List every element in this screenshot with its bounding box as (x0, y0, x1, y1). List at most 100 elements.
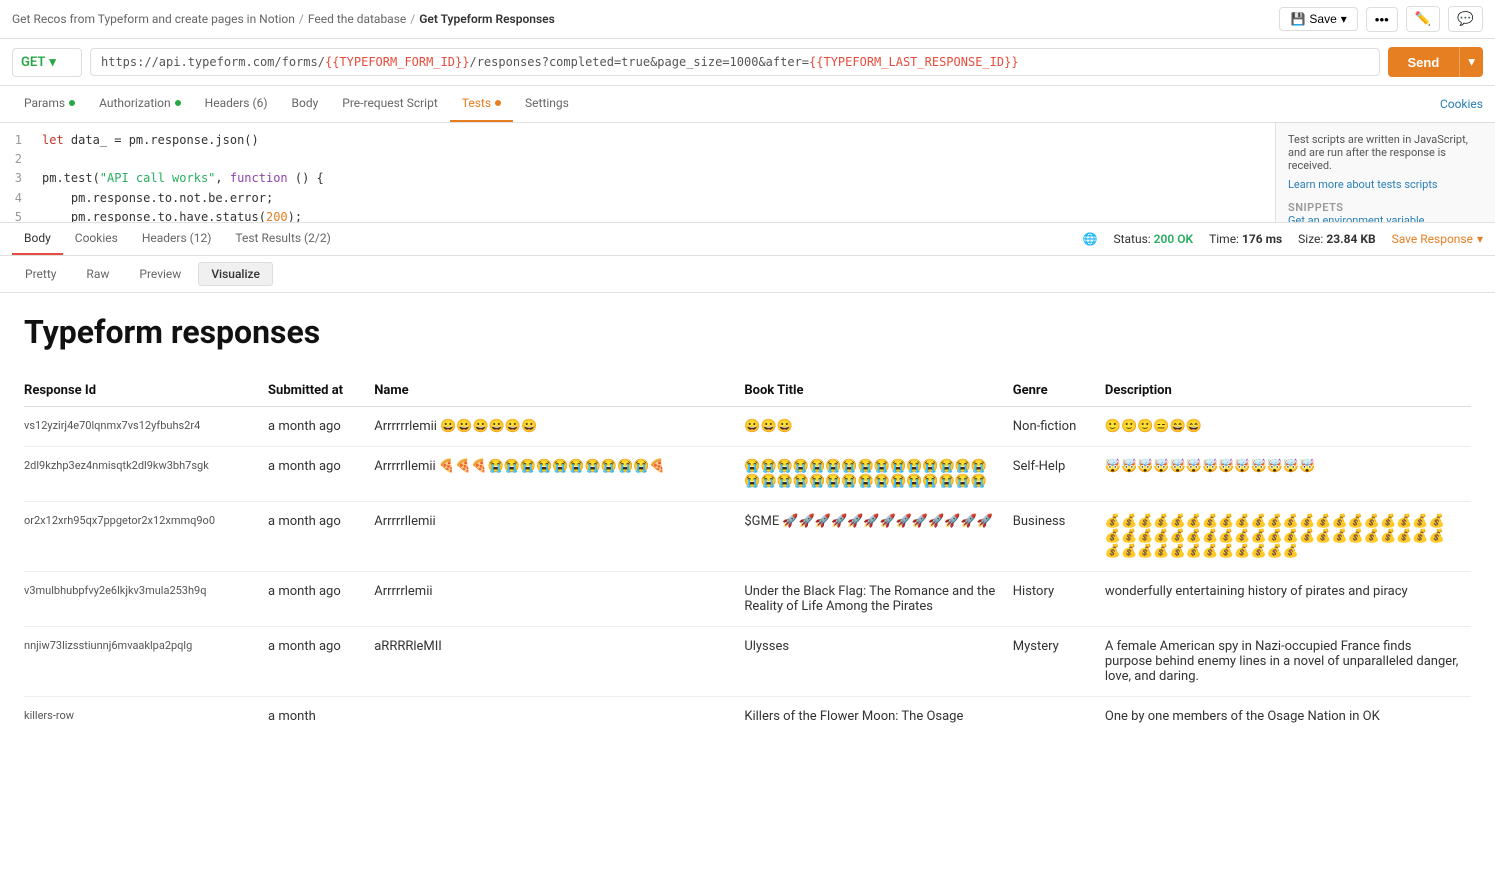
table-row: 2dl9kzhp3ez4nmisqtk2dl9kw3bh7sgk a month… (24, 447, 1471, 502)
method-chevron-icon: ▾ (49, 55, 56, 70)
send-group: Send ▾ (1388, 47, 1484, 77)
learn-more-link[interactable]: Learn more about tests scripts (1288, 178, 1483, 191)
cookies-link[interactable]: Cookies (1440, 97, 1483, 111)
status-badge: Status: 200 OK (1113, 232, 1193, 246)
col-header-id: Response Id (24, 375, 268, 407)
resp-tab-cookies-label: Cookies (75, 231, 118, 245)
url-bar: GET ▾ https://api.typeform.com/forms/{{T… (0, 39, 1495, 86)
cell-book: Ulysses (744, 627, 1012, 697)
cell-name: Arrrrrrlemii 😀😀😀😀😀😀 (374, 407, 744, 447)
method-select[interactable]: GET ▾ (12, 48, 82, 77)
cell-name: Arrrrrllemii (374, 502, 744, 572)
cell-id: 2dl9kzhp3ez4nmisqtk2dl9kw3bh7sgk (24, 447, 268, 502)
right-panel-info: Test scripts are written in JavaScript, … (1288, 133, 1483, 172)
breadcrumb-sep1: / (299, 12, 304, 26)
code-line-4: pm.response.to.not.be.error; (42, 189, 1263, 208)
code-line-5: pm.response.to.have.status(200); (42, 208, 1263, 222)
url-input[interactable]: https://api.typeform.com/forms/{{TYPEFOR… (90, 48, 1380, 76)
params-dot (69, 100, 75, 106)
cell-genre (1013, 697, 1105, 737)
table-row: nnjiw73lizsstiunnj6mvaaklpa2pqlg a month… (24, 627, 1471, 697)
method-label: GET (21, 55, 45, 70)
resp-tab-body[interactable]: Body (12, 223, 63, 255)
tab-body[interactable]: Body (280, 86, 331, 122)
code-line-2 (42, 150, 1263, 169)
globe-icon: 🌐 (1083, 232, 1098, 246)
col-header-book: Book Title (744, 375, 1012, 407)
tab-tests-label: Tests (462, 96, 491, 110)
save-label: Save (1309, 12, 1336, 26)
col-header-name: Name (374, 375, 744, 407)
save-icon: 💾 (1290, 12, 1305, 26)
cell-desc: 💰💰💰💰💰💰💰💰💰💰💰💰💰💰💰💰💰💰💰💰💰💰💰💰💰💰💰💰💰💰💰💰💰💰💰💰💰💰💰💰… (1105, 502, 1471, 572)
body-tab-pretty[interactable]: Pretty (12, 262, 69, 286)
tab-settings-label: Settings (525, 96, 569, 110)
breadcrumb-sep2: / (410, 12, 415, 26)
cell-desc: A female American spy in Nazi-occupied F… (1105, 627, 1471, 697)
code-editor[interactable]: let data_ = pm.response.json() pm.test("… (30, 123, 1275, 222)
tab-pre-request[interactable]: Pre-request Script (330, 86, 449, 122)
send-chevron-button[interactable]: ▾ (1459, 47, 1483, 77)
cell-genre: History (1013, 572, 1105, 627)
cell-name: Arrrrrllemii 🍕🍕🍕😭😭😭😭😭😭😭😭😭😭🍕 (374, 447, 744, 502)
body-tab-visualize[interactable]: Visualize (198, 262, 273, 286)
breadcrumb-part1: Get Recos from Typeform and create pages… (12, 12, 295, 26)
time-info: Time: 176 ms (1209, 232, 1282, 246)
tab-authorization[interactable]: Authorization (87, 86, 193, 122)
resp-tab-headers[interactable]: Headers (12) (130, 223, 224, 255)
cell-name: Arrrrrlemii (374, 572, 744, 627)
tab-params[interactable]: Params (12, 86, 87, 122)
cell-name (374, 697, 744, 737)
cell-id: vs12yzirj4e70lqnmx7vs12yfbuhs2r4 (24, 407, 268, 447)
tab-pre-request-label: Pre-request Script (342, 96, 437, 110)
response-status: 🌐 Status: 200 OK Time: 176 ms Size: 23.8… (1083, 232, 1484, 246)
table-row: killers-row a month Killers of the Flowe… (24, 697, 1471, 737)
comment-icon-button[interactable]: 💬 (1448, 6, 1483, 32)
cell-submitted: a month ago (268, 407, 374, 447)
cell-name: aRRRRleMII (374, 627, 744, 697)
table-row: or2x12xrh95qx7ppgetor2x12xmmq9o0 a month… (24, 502, 1471, 572)
resp-tab-cookies[interactable]: Cookies (63, 223, 130, 255)
cell-submitted: a month ago (268, 627, 374, 697)
body-tab-preview[interactable]: Preview (126, 262, 194, 286)
tab-headers[interactable]: Headers (6) (193, 86, 280, 122)
tab-headers-label: Headers (6) (205, 96, 268, 110)
cell-genre: Mystery (1013, 627, 1105, 697)
response-tabs: Body Cookies Headers (12) Test Results (… (0, 223, 1495, 256)
cell-genre: Self-Help (1013, 447, 1105, 502)
cell-desc: 🙂🙂🙂😑😄😄 (1105, 407, 1471, 447)
cell-desc: 🤯🤯🤯🤯🤯🤯🤯🤯🤯🤯🤯🤯🤯 (1105, 447, 1471, 502)
tests-dot (495, 100, 501, 106)
tab-authorization-label: Authorization (99, 96, 171, 110)
send-button[interactable]: Send (1388, 47, 1460, 77)
top-actions: 💾 Save ▾ ••• ✏️ 💬 (1279, 6, 1483, 32)
cell-book: Under the Black Flag: The Romance and th… (744, 572, 1012, 627)
save-response-button[interactable]: Save Response ▾ (1392, 232, 1483, 246)
more-options-button[interactable]: ••• (1366, 7, 1398, 32)
breadcrumb-active: Get Typeform Responses (419, 12, 555, 26)
edit-icon-button[interactable]: ✏️ (1406, 6, 1441, 32)
tab-params-label: Params (24, 96, 65, 110)
cell-submitted: a month ago (268, 447, 374, 502)
save-button[interactable]: 💾 Save ▾ (1279, 7, 1357, 31)
snippets-title: SNIPPETS (1288, 201, 1483, 214)
resp-tab-test-results-label: Test Results (2/2) (235, 231, 330, 245)
code-line-1: let data_ = pm.response.json() (42, 131, 1263, 150)
col-header-genre: Genre (1013, 375, 1105, 407)
visualize-content: Typeform responses Response Id Submitted… (0, 293, 1495, 834)
snippets-link[interactable]: Get an environment variable (1288, 214, 1425, 223)
resp-tab-test-results[interactable]: Test Results (2/2) (223, 223, 342, 255)
auth-dot (175, 100, 181, 106)
cell-genre: Non-fiction (1013, 407, 1105, 447)
col-header-submitted: Submitted at (268, 375, 374, 407)
tab-tests[interactable]: Tests (450, 86, 513, 122)
cell-id: killers-row (24, 697, 268, 737)
cell-book: 😭😭😭😭😭😭😭😭😭😭😭😭😭😭😭😭😭😭😭😭😭😭😭😭😭😭😭😭😭😭 (744, 447, 1012, 502)
cell-desc: One by one members of the Osage Nation i… (1105, 697, 1471, 737)
save-chevron-icon: ▾ (1341, 12, 1347, 26)
tab-settings[interactable]: Settings (513, 86, 581, 122)
cell-submitted: a month ago (268, 572, 374, 627)
tab-body-label: Body (292, 96, 319, 110)
request-tabs: Params Authorization Headers (6) Body Pr… (0, 86, 1495, 123)
body-tab-raw[interactable]: Raw (73, 262, 122, 286)
